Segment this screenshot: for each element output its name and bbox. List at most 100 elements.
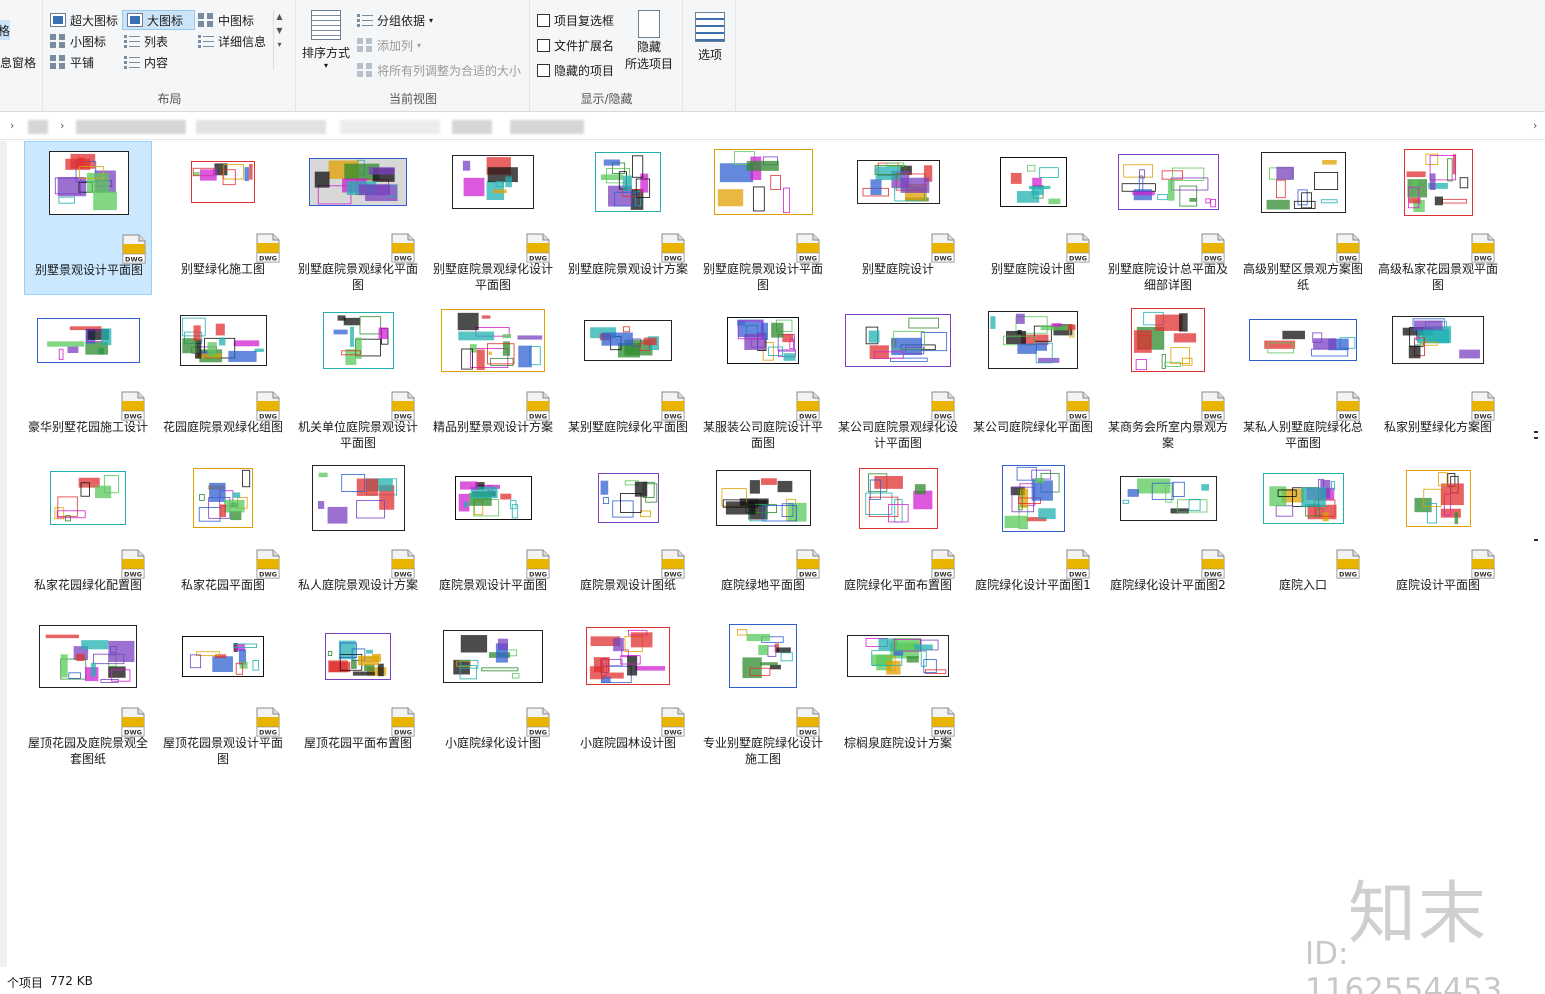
file-item[interactable]: DWG 小庭院绿化设计图 [429,615,557,769]
scrollbar-tick [1534,437,1538,439]
more-icon: ▾ [277,40,282,49]
breadcrumb-segment[interactable] [28,120,48,134]
tiles-view-icon [50,55,66,69]
file-item[interactable]: DWG 庭院设计平面图 [1374,457,1502,611]
file-thumbnail [1001,464,1065,532]
file-item[interactable]: DWG 某别墅庭院绿化平面图 [564,299,692,453]
large-icons-button[interactable]: 大图标 [122,10,195,30]
file-item[interactable]: DWG 屋顶花园景观设计平面图 [159,615,287,769]
extra-large-icons-button[interactable]: 超大图标 [50,10,118,30]
breadcrumb-segment[interactable] [196,120,326,134]
breadcrumb-segment[interactable] [76,120,186,134]
file-item[interactable]: DWG 别墅庭院设计图 [969,141,1097,295]
content-view-label: 内容 [144,55,169,70]
dwg-file-icon: DWG [1066,233,1090,263]
dwg-file-icon: DWG [391,707,415,737]
layout-gallery-scroll[interactable]: ▲ ▼ ▾ [273,10,285,70]
file-item[interactable]: DWG 某公司庭院景观绿化设计平面图 [834,299,962,453]
file-item[interactable]: DWG 小庭院园林设计图 [564,615,692,769]
file-extensions-toggle[interactable]: 文件扩展名 [537,35,614,55]
content-view-button[interactable]: 内容 [124,52,168,72]
dwg-file-icon: DWG [931,233,955,263]
vertical-scrollbar[interactable] [1530,141,1545,967]
medium-icons-button[interactable]: 中图标 [198,10,254,30]
list-view-button[interactable]: 列表 [124,31,168,51]
chevron-down-icon[interactable]: › [1533,119,1537,132]
breadcrumb-segment[interactable] [452,120,492,134]
file-item[interactable]: DWG 别墅景观设计平面图 [24,141,152,295]
file-item[interactable]: DWG 机关单位庭院景观设计平面图 [294,299,422,453]
file-item[interactable]: DWG 庭院景观设计平面图 [429,457,557,611]
file-item[interactable]: DWG 别墅庭院景观设计平面图 [699,141,827,295]
breadcrumb-segment[interactable] [340,120,440,134]
add-columns-button[interactable]: 添加列 ▾ [357,35,421,55]
breadcrumb-segment[interactable] [510,120,584,134]
small-icons-button[interactable]: 小图标 [50,31,106,51]
file-item[interactable]: DWG 庭院绿化平面布置图 [834,457,962,611]
file-item[interactable]: DWG 别墅庭院景观设计方案 [564,141,692,295]
file-item[interactable]: DWG 某公司庭院绿化平面图 [969,299,1097,453]
file-item[interactable]: DWG 某私人别墅庭院绿化总平面图 [1239,299,1367,453]
size-columns-button[interactable]: 将所有列调整为合适的大小 [357,60,521,80]
file-name: 庭院入口 [1278,578,1327,592]
content-view-icon [124,55,140,69]
details-pane-button[interactable]: 息窗格 [0,52,36,72]
preview-pane-button[interactable]: 格 [0,20,10,40]
file-name: 屋顶花园及庭院景观全套图纸 [27,736,148,766]
file-item[interactable]: DWG 花园庭院景观绿化组图 [159,299,287,453]
file-name: 高级别墅区景观方案图纸 [1242,262,1363,292]
file-item[interactable]: DWG 高级别墅区景观方案图纸 [1239,141,1367,295]
breadcrumb-separator[interactable]: › [60,119,64,132]
watermark-id: ID: 1162554453 [1305,936,1503,994]
ribbon-group-current-view: 排序方式 ▾ 分组依据 ▾ 添加列 ▾ 将所有列调整为合适的大小 当前视图 [297,0,530,112]
breadcrumb-separator[interactable]: › [10,119,14,132]
file-item[interactable]: DWG 私家花园绿化配置图 [24,457,152,611]
file-item[interactable]: DWG 别墅庭院景观绿化设计平面图 [429,141,557,295]
file-item[interactable]: DWG 屋顶花园及庭院景观全套图纸 [24,615,152,769]
hide-selected-button[interactable]: 隐藏 所选项目 [623,10,675,73]
file-item[interactable]: DWG 私家花园平面图 [159,457,287,611]
group-by-button[interactable]: 分组依据 ▾ [357,10,433,30]
dwg-file-icon: DWG [526,233,550,263]
file-item[interactable]: DWG 别墅绿化施工图 [159,141,287,295]
item-checkboxes-toggle[interactable]: 项目复选框 [537,10,614,30]
dwg-file-icon: DWG [121,549,145,579]
file-name: 专业别墅庭院绿化设计施工图 [702,736,823,766]
file-item[interactable]: DWG 庭院绿化设计平面图2 [1104,457,1232,611]
file-item[interactable]: DWG 别墅庭院景观绿化平面图 [294,141,422,295]
small-icons-icon [50,34,66,48]
file-item[interactable]: DWG 某商务会所室内景观方案 [1104,299,1232,453]
options-button[interactable]: 选项 [690,12,730,63]
file-name: 某别墅庭院绿化平面图 [567,420,688,434]
address-bar[interactable]: › › › [0,114,1545,140]
file-item[interactable]: DWG 棕榈泉庭院设计方案 [834,615,962,769]
file-item[interactable]: DWG 别墅庭院设计总平面及细部详图 [1104,141,1232,295]
file-item[interactable]: DWG 精品别墅景观设计方案 [429,299,557,453]
file-item[interactable]: DWG 某服装公司庭院设计平面图 [699,299,827,453]
chevron-down-icon: ▼ [276,26,283,35]
file-extensions-checkbox[interactable] [537,38,550,52]
hide-selected-label-1: 隐藏 [636,40,661,54]
file-item[interactable]: DWG 庭院绿地平面图 [699,457,827,611]
file-item[interactable]: DWG 庭院入口 [1239,457,1367,611]
details-view-button[interactable]: 详细信息 [198,31,266,51]
file-item[interactable]: DWG 豪华别墅花园施工设计 [24,299,152,453]
file-name: 棕榈泉庭院设计方案 [843,736,952,750]
hidden-items-toggle[interactable]: 隐藏的项目 [537,60,614,80]
file-name: 某公司庭院绿化平面图 [972,420,1093,434]
file-item[interactable]: DWG 庭院景观设计图纸 [564,457,692,611]
file-item[interactable]: DWG 庭院绿化设计平面图1 [969,457,1097,611]
file-thumbnail [1119,475,1217,521]
sort-by-button[interactable]: 排序方式 ▾ [301,10,351,70]
file-item[interactable]: DWG 屋顶花园平面布置图 [294,615,422,769]
file-item[interactable]: DWG 私家别墅绿化方案图 [1374,299,1502,453]
file-name: 花园庭院景观绿化组图 [162,420,283,434]
file-item[interactable]: DWG 别墅庭院设计 [834,141,962,295]
hidden-items-checkbox[interactable] [537,63,550,77]
tiles-view-button[interactable]: 平铺 [50,52,94,72]
file-item[interactable]: DWG 专业别墅庭院绿化设计施工图 [699,615,827,769]
file-item[interactable]: DWG 高级私家花园景观平面图 [1374,141,1502,295]
item-checkboxes-checkbox[interactable] [537,13,550,27]
sort-icon [311,10,341,40]
file-item[interactable]: DWG 私人庭院景观设计方案 [294,457,422,611]
